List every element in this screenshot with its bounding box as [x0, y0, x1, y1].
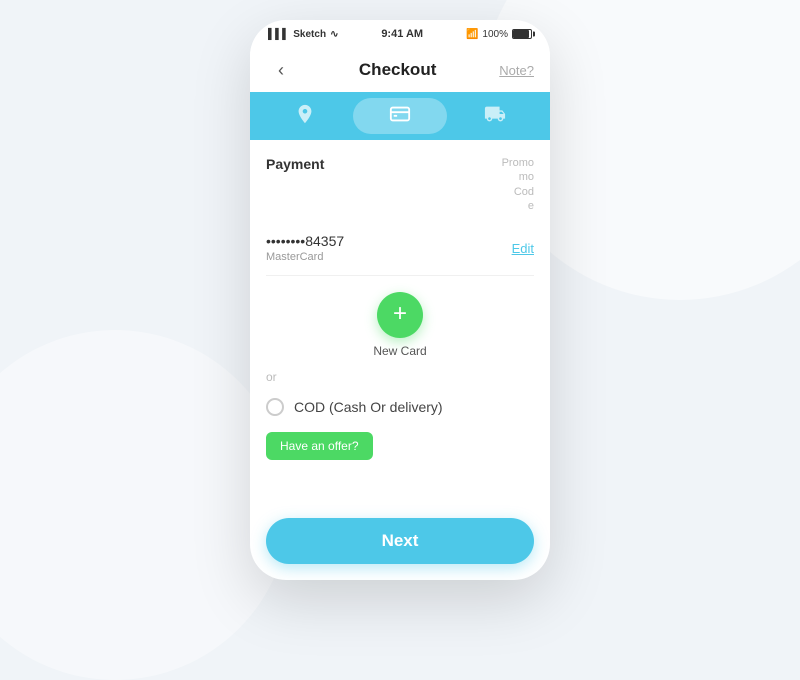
status-carrier: ▌▌▌ Sketch ∿ — [268, 29, 338, 40]
status-bar: ▌▌▌ Sketch ∿ 9:41 AM 📶 100% — [250, 20, 550, 48]
card-info: ••••••••84357 MasterCard — [266, 233, 344, 263]
step-tabs — [250, 92, 550, 140]
step-tab-payment[interactable] — [353, 98, 448, 134]
new-card-label: New Card — [373, 344, 426, 358]
edit-card-button[interactable]: Edit — [512, 241, 534, 256]
page-title: Checkout — [359, 60, 436, 80]
signal-icon: ▌▌▌ — [268, 29, 289, 40]
carrier-label: Sketch — [293, 29, 326, 40]
delivery-icon — [484, 103, 506, 130]
plus-icon: + — [393, 302, 407, 326]
step-tab-location[interactable] — [258, 98, 353, 134]
status-time: 9:41 AM — [381, 28, 423, 40]
back-button[interactable]: ‹ — [266, 60, 296, 81]
or-divider: or — [266, 366, 534, 394]
header: ‹ Checkout Note? — [250, 48, 550, 92]
offer-button[interactable]: Have an offer? — [266, 432, 373, 460]
promo-text: PromomoCode — [502, 157, 534, 212]
main-content: Payment PromomoCode ••••••••84357 Master… — [250, 140, 550, 510]
bluetooth-icon: 📶 — [466, 29, 478, 40]
cod-radio[interactable] — [266, 398, 284, 416]
payment-title: Payment — [266, 156, 324, 172]
battery-fill — [513, 30, 529, 38]
bg-decoration-2 — [0, 330, 290, 680]
new-card-section: + New Card — [266, 276, 534, 366]
battery-icon — [512, 29, 532, 39]
cod-label: COD (Cash Or delivery) — [294, 399, 443, 415]
phone-frame: ▌▌▌ Sketch ∿ 9:41 AM 📶 100% ‹ Checkout N… — [250, 20, 550, 580]
add-card-button[interactable]: + — [377, 292, 423, 338]
battery-percent: 100% — [482, 29, 508, 40]
next-button-wrapper: Next — [250, 510, 550, 580]
payment-section-header: Payment PromomoCode — [266, 156, 534, 213]
promo-label: PromomoCode — [502, 156, 534, 213]
card-number: ••••••••84357 — [266, 233, 344, 249]
next-button[interactable]: Next — [266, 518, 534, 564]
location-icon — [294, 103, 316, 130]
step-tab-delivery[interactable] — [447, 98, 542, 134]
wifi-icon: ∿ — [330, 29, 338, 40]
note-button[interactable]: Note? — [499, 63, 534, 78]
card-row: ••••••••84357 MasterCard Edit — [266, 225, 534, 276]
status-battery: 📶 100% — [466, 29, 532, 40]
card-type: MasterCard — [266, 251, 344, 263]
payment-icon — [389, 103, 411, 130]
cod-row[interactable]: COD (Cash Or delivery) — [266, 394, 534, 432]
